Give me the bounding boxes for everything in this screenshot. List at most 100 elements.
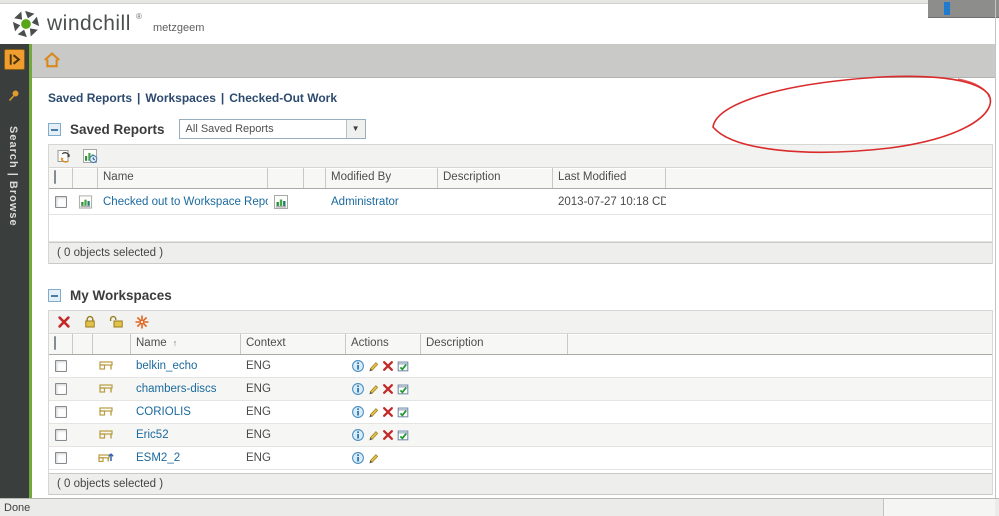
home-button[interactable] [42,50,64,72]
trademark: ® [136,12,142,21]
actions-column-header: Actions [346,334,421,354]
delete-icon[interactable] [381,359,395,373]
edit-pencil-icon[interactable] [366,382,380,396]
workspace-icon [98,358,114,374]
breadcrumb-link-saved-reports[interactable]: Saved Reports [48,91,132,105]
description-column-header[interactable]: Description [438,168,553,188]
dropdown-arrow-icon[interactable]: ▼ [346,120,365,138]
type-column-header [93,334,131,354]
edit-pencil-icon[interactable] [366,428,380,442]
info-icon[interactable] [351,451,365,465]
delete-icon[interactable] [55,313,73,331]
collapse-section-button[interactable] [48,289,61,302]
scrollbar-thumb[interactable] [944,2,950,15]
my-workspaces-title: My Workspaces [70,288,172,303]
saved-reports-section-header: Saved Reports All Saved Reports ▼ [48,118,366,140]
expand-navigator-button[interactable] [4,49,25,70]
context-column-header[interactable]: Context [241,334,346,354]
breadcrumb-link-workspaces[interactable]: Workspaces [145,91,215,105]
my-workspaces-header-row: Name↑ Context Actions Description [49,334,992,355]
run-report-icon[interactable] [273,194,289,210]
collapse-section-button[interactable] [48,123,61,136]
make-active-icon[interactable] [396,428,410,442]
my-workspaces-table: Name↑ Context Actions Description belkin… [48,310,993,495]
row-checkbox[interactable] [55,360,67,372]
pin-panel-button[interactable] [6,88,22,104]
chevron-right-icon [5,50,24,69]
page: windchill ® metzgeem Search | Browse Sav… [0,0,999,516]
workspace-link[interactable]: belkin_echo [136,360,197,372]
info-icon[interactable] [351,382,365,396]
breadcrumb-separator: | [132,91,145,105]
make-active-icon[interactable] [396,405,410,419]
actions-column-header [268,168,304,188]
navigation-sidebar: Search | Browse [0,44,29,498]
select-all-checkbox[interactable] [54,336,56,350]
make-active-icon[interactable] [396,382,410,396]
workspace-icon [98,404,114,420]
row-checkbox[interactable] [55,196,67,208]
table-row: ESM2_2 ENG [49,447,992,470]
unlock-icon[interactable] [107,313,125,331]
delete-icon[interactable] [381,382,395,396]
last-modified-column-header[interactable]: Last Modified [553,168,666,188]
select-all-header [49,168,73,188]
edit-pencil-icon[interactable] [366,451,380,465]
workspace-icon [98,381,114,397]
app-title: windchill [47,12,131,36]
window-right-border [995,0,996,516]
context-cell: ENG [241,406,346,418]
edit-pencil-icon[interactable] [366,405,380,419]
new-workspace-icon[interactable] [133,313,151,331]
select-all-checkbox[interactable] [54,170,56,184]
empty-table-space [49,215,992,242]
spacer-column-header [304,168,326,188]
name-column-header[interactable]: Name↑ [131,334,241,354]
content-area: Saved Reports|Workspaces|Checked-Out Wor… [32,78,995,498]
workspace-link[interactable]: CORIOLIS [136,406,191,418]
lock-icon[interactable] [81,313,99,331]
name-column-label: Name [136,337,167,349]
context-cell: ENG [241,452,346,464]
minus-icon [51,295,58,297]
report-chart-icon [78,194,93,210]
breadcrumb-link-checked-out-work[interactable]: Checked-Out Work [229,91,337,105]
row-checkbox[interactable] [55,406,67,418]
workspace-link[interactable]: Eric52 [136,429,169,441]
status-bar-segment [883,499,995,516]
saved-reports-toolbar [49,145,992,168]
delete-icon[interactable] [381,405,395,419]
saved-reports-footer: ( 0 objects selected ) [49,242,992,264]
make-active-icon[interactable] [396,359,410,373]
browser-status-bar: Done [0,498,999,516]
main-toolbar [31,44,995,78]
type-column-header [73,168,98,188]
status-text: Done [4,502,30,514]
spacer-column-header [73,334,93,354]
schedule-report-icon[interactable] [81,147,99,165]
row-checkbox[interactable] [55,383,67,395]
description-column-header[interactable]: Description [421,334,568,354]
row-checkbox[interactable] [55,429,67,441]
report-link[interactable]: Checked out to Workspace Report [103,196,268,208]
active-workspace-icon [98,450,114,466]
edit-pencil-icon[interactable] [366,359,380,373]
saved-reports-filter-select[interactable]: All Saved Reports ▼ [179,119,366,139]
browser-scrollbar-corner [928,0,999,18]
app-header: windchill ® metzgeem [0,4,999,44]
modified-by-link[interactable]: Administrator [331,196,399,208]
info-icon[interactable] [351,428,365,442]
my-workspaces-footer: ( 0 objects selected ) [49,473,992,495]
logged-in-user: metzgeem [153,22,204,34]
name-column-header[interactable]: Name [98,168,268,188]
info-icon[interactable] [351,359,365,373]
search-browse-tab[interactable]: Search | Browse [7,126,19,227]
update-report-icon[interactable] [55,147,73,165]
info-icon[interactable] [351,405,365,419]
delete-icon[interactable] [381,428,395,442]
row-checkbox[interactable] [55,452,67,464]
modified-by-column-header[interactable]: Modified By [326,168,438,188]
workspace-link[interactable]: ESM2_2 [136,452,180,464]
table-row: chambers-discs ENG [49,378,992,401]
workspace-link[interactable]: chambers-discs [136,383,217,395]
